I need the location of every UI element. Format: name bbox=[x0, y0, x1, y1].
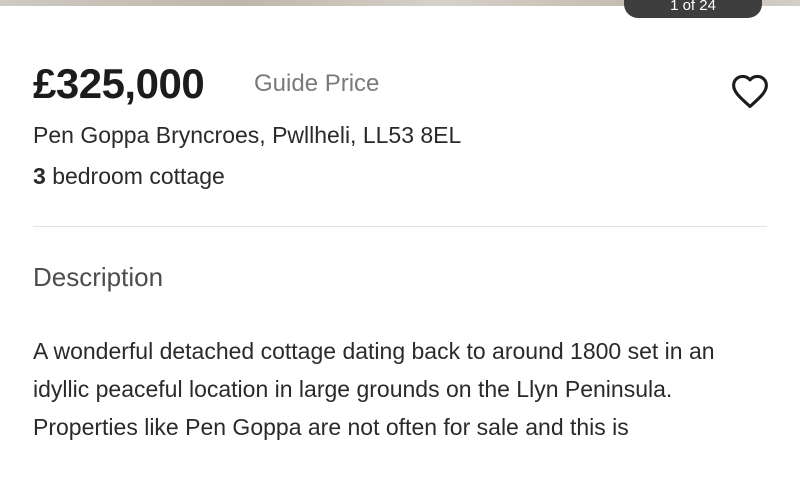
photo-counter-text: 1 of 24 bbox=[670, 0, 716, 14]
description-paragraph: A wonderful detached cottage dating back… bbox=[33, 338, 715, 402]
property-summary: 3 bedroom cottage bbox=[33, 163, 225, 190]
description-body: A wonderful detached cottage dating back… bbox=[33, 332, 773, 446]
heart-outline-icon bbox=[732, 74, 768, 109]
photo-counter-badge: 1 of 24 bbox=[624, 0, 762, 18]
description-paragraph: Properties like Pen Goppa are not often … bbox=[33, 414, 629, 440]
bedroom-count: 3 bbox=[33, 163, 46, 189]
property-type: bedroom cottage bbox=[52, 163, 225, 189]
section-divider bbox=[33, 226, 767, 227]
favourite-button[interactable] bbox=[728, 70, 772, 112]
description-heading: Description bbox=[33, 262, 164, 292]
price-qualifier: Guide Price bbox=[254, 70, 380, 97]
listing-address: Pen Goppa Bryncroes, Pwllheli, LL53 8EL bbox=[33, 122, 462, 148]
listing-price: £325,000 bbox=[33, 60, 205, 107]
